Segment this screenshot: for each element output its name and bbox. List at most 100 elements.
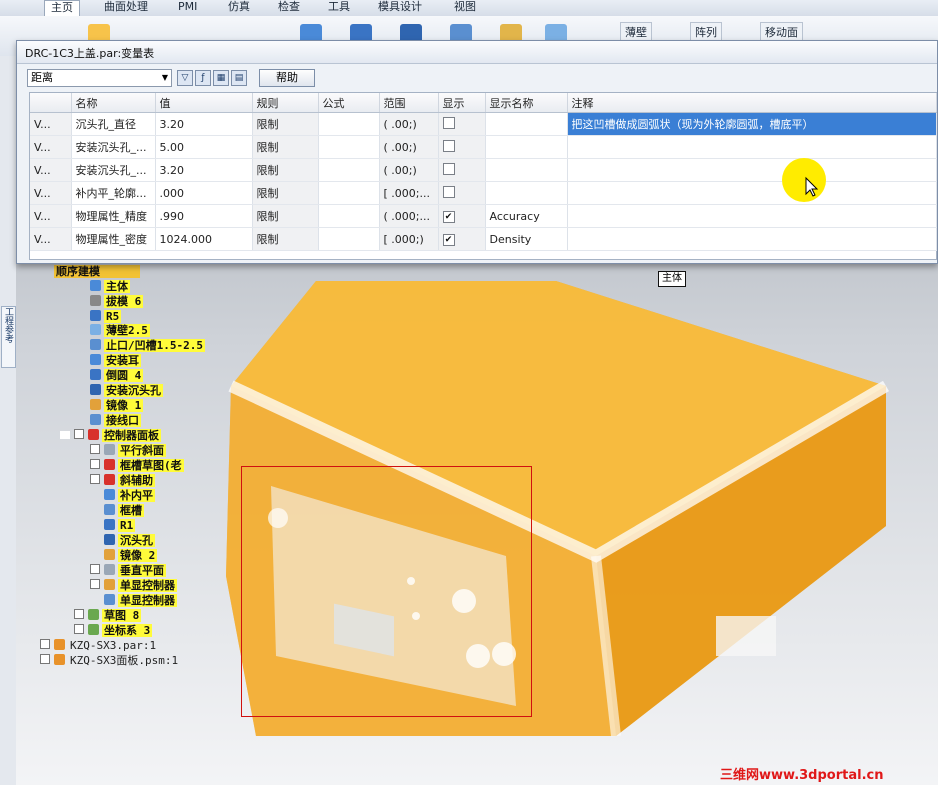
cell-name[interactable]: 沉头孔_直径 <box>71 112 156 136</box>
tree-item[interactable]: 框槽草图(老 <box>90 459 184 472</box>
tree-item[interactable]: 斜辅助 <box>90 474 155 487</box>
show-checkbox[interactable] <box>442 116 455 129</box>
cell-note[interactable]: 把这凹槽做成圆弧状（现为外轮廓圆弧，槽底平） <box>567 112 937 136</box>
tree-item-checkbox[interactable] <box>40 654 50 664</box>
tree-item[interactable]: 顺序建模 <box>54 265 140 278</box>
cell-name[interactable]: 安装沉头孔_... <box>71 135 156 159</box>
cell-formula[interactable] <box>318 204 380 228</box>
cell-formula[interactable] <box>318 181 380 205</box>
cell-show[interactable] <box>438 158 486 182</box>
cell-display-name[interactable] <box>485 181 568 205</box>
engineering-reference-tab[interactable]: 工程参考 <box>1 306 16 368</box>
cell-note[interactable] <box>567 135 937 159</box>
cell-show[interactable] <box>438 112 486 136</box>
cell-name[interactable]: 补内平_轮廓... <box>71 181 156 205</box>
tree-item[interactable]: 垂直平面 <box>90 564 166 577</box>
tree-item-checkbox[interactable] <box>74 624 84 634</box>
col-header-name[interactable]: 名称 <box>71 93 156 113</box>
show-checkbox[interactable]: ✔ <box>442 211 455 223</box>
tree-item[interactable]: 平行斜面 <box>90 444 166 457</box>
tree-item[interactable]: 控制器面板 <box>60 429 161 442</box>
col-header-formula[interactable]: 公式 <box>318 93 380 113</box>
tree-item[interactable]: 接线口 <box>90 414 141 427</box>
tree-item[interactable]: R1 <box>104 519 136 532</box>
tree-item-checkbox[interactable] <box>90 564 100 574</box>
tree-item[interactable]: 拔模 6 <box>90 295 144 308</box>
tree-item[interactable]: 补内平 <box>104 489 155 502</box>
tab-home[interactable]: 主页 <box>44 0 80 17</box>
cell-rule[interactable]: 限制 <box>252 181 319 205</box>
show-checkbox[interactable] <box>442 185 455 198</box>
cell-range[interactable]: ( .00;) <box>379 135 439 159</box>
tree-item[interactable]: 单显控制器 <box>90 579 177 592</box>
tree-item-checkbox[interactable] <box>74 609 84 619</box>
show-checkbox[interactable] <box>442 139 455 152</box>
cell-rule[interactable]: 限制 <box>252 227 319 251</box>
tree-item[interactable]: R5 <box>90 310 122 323</box>
tree-item[interactable]: 单显控制器 <box>104 594 177 607</box>
cell-value[interactable]: 3.20 <box>155 112 253 136</box>
fx-icon[interactable]: ƒ <box>195 70 211 86</box>
col-header-display-name[interactable]: 显示名称 <box>485 93 568 113</box>
dialog-title-bar[interactable]: DRC-1C3上盖.par:变量表 <box>17 41 937 64</box>
tree-item[interactable]: 坐标系 3 <box>74 624 153 637</box>
cell-show[interactable] <box>438 135 486 159</box>
tab-inspect[interactable]: 检查 <box>272 0 306 16</box>
cell-rule[interactable]: 限制 <box>252 135 319 159</box>
tree-item-checkbox[interactable] <box>74 429 84 439</box>
print-icon[interactable]: ▤ <box>231 70 247 86</box>
col-header-note[interactable]: 注释 <box>567 93 937 113</box>
cell-rule[interactable]: 限制 <box>252 204 319 228</box>
col-header-value[interactable]: 值 <box>155 93 253 113</box>
variable-filter-select[interactable]: 距离 ▼ <box>27 69 172 87</box>
tree-item[interactable]: 主体 <box>90 280 130 293</box>
cell-range[interactable]: [ .000;) <box>379 227 439 251</box>
cell-note[interactable] <box>567 181 937 205</box>
cell-range[interactable]: ( .00;) <box>379 158 439 182</box>
table-row[interactable]: V... 沉头孔_直径 3.20 限制 ( .00;) 把这凹槽做成圆弧状（现为… <box>30 112 937 136</box>
cell-formula[interactable] <box>318 112 380 136</box>
col-header-show[interactable]: 显示 <box>438 93 486 113</box>
tree-item[interactable]: 安装耳 <box>90 354 141 367</box>
cell-display-name[interactable]: Density <box>485 227 568 251</box>
tree-item-checkbox[interactable] <box>40 639 50 649</box>
tree-item[interactable]: 框槽 <box>104 504 144 517</box>
tree-item[interactable]: 止口/凹槽1.5-2.5 <box>90 339 205 352</box>
cell-name[interactable]: 物理属性_精度 <box>71 204 156 228</box>
table-row[interactable]: V... 物理属性_密度 1024.000 限制 [ .000;) ✔ Dens… <box>30 227 937 251</box>
table-icon[interactable]: ▦ <box>213 70 229 86</box>
tree-item[interactable]: KZQ-SX3面板.psm:1 <box>40 654 180 667</box>
col-header-rule[interactable]: 规则 <box>252 93 319 113</box>
tree-item[interactable]: 镜像 2 <box>104 549 158 562</box>
cell-note[interactable] <box>567 158 937 182</box>
tab-surfacing[interactable]: 曲面处理 <box>98 0 154 16</box>
cell-value[interactable]: .000 <box>155 181 253 205</box>
help-button[interactable]: 帮助 <box>259 69 315 87</box>
cell-range[interactable]: [ .000;... <box>379 181 439 205</box>
expander-icon[interactable] <box>60 431 70 439</box>
cell-display-name[interactable] <box>485 112 568 136</box>
tree-item[interactable]: 薄壁2.5 <box>90 324 150 337</box>
cell-formula[interactable] <box>318 158 380 182</box>
cell-value[interactable]: .990 <box>155 204 253 228</box>
filter-icon[interactable]: ▽ <box>177 70 193 86</box>
col-header-range[interactable]: 范围 <box>379 93 439 113</box>
cell-name[interactable]: 物理属性_密度 <box>71 227 156 251</box>
show-checkbox[interactable]: ✔ <box>442 234 455 246</box>
cell-note[interactable] <box>567 227 937 251</box>
tab-tools[interactable]: 工具 <box>322 0 356 16</box>
tab-view[interactable]: 视图 <box>448 0 482 16</box>
cell-range[interactable]: ( .00;) <box>379 112 439 136</box>
tree-item-checkbox[interactable] <box>90 459 100 469</box>
tree-item-checkbox[interactable] <box>90 444 100 454</box>
cell-show[interactable]: ✔ <box>438 204 486 228</box>
tree-item[interactable]: KZQ-SX3.par:1 <box>40 639 158 652</box>
tab-simulation[interactable]: 仿真 <box>222 0 256 16</box>
cell-display-name[interactable] <box>485 158 568 182</box>
cell-display-name[interactable]: Accuracy <box>485 204 568 228</box>
tree-item-checkbox[interactable] <box>90 474 100 484</box>
cell-show[interactable]: ✔ <box>438 227 486 251</box>
cell-formula[interactable] <box>318 135 380 159</box>
cell-show[interactable] <box>438 181 486 205</box>
tree-item[interactable]: 倒圆 4 <box>90 369 144 382</box>
